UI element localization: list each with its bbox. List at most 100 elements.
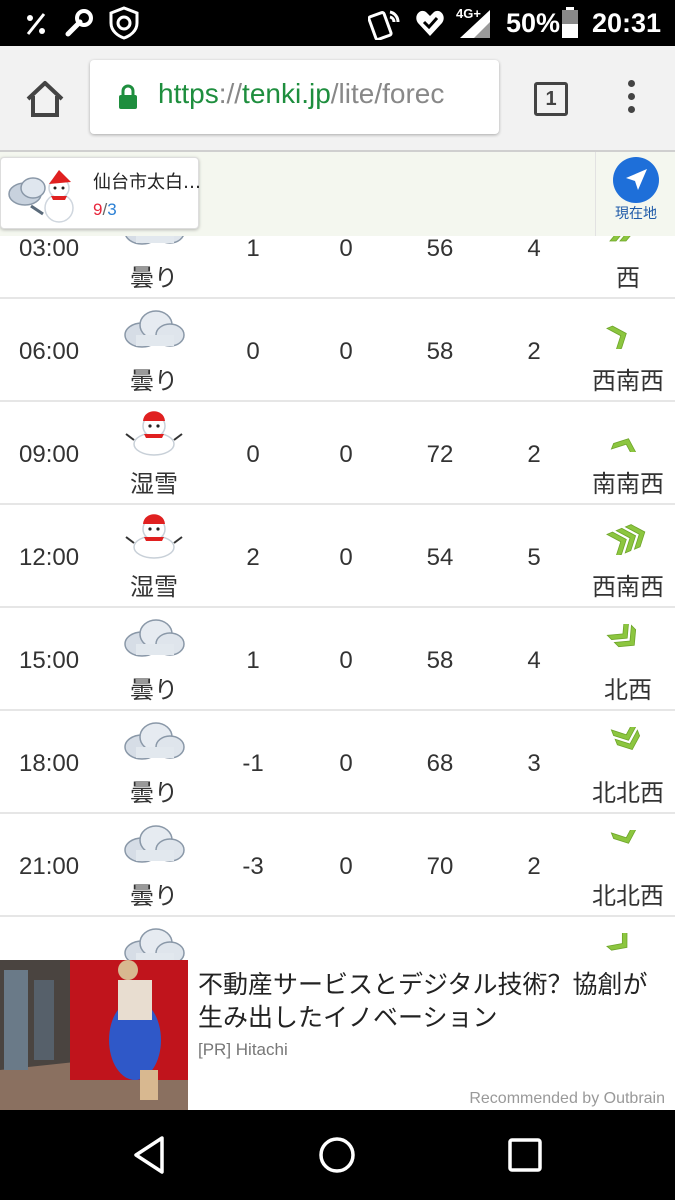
row-weather: 曇り bbox=[130, 779, 178, 807]
row-humidity: 68 bbox=[426, 750, 454, 777]
snowman-icon bbox=[122, 404, 186, 456]
wrench-icon bbox=[65, 9, 93, 37]
row-humidity: 58 bbox=[426, 647, 454, 674]
row-humidity: 72 bbox=[426, 441, 454, 468]
row-wind-direction: 北西 bbox=[604, 676, 652, 704]
wind-arrow-icon bbox=[600, 720, 660, 761]
cloud-icon bbox=[122, 610, 186, 662]
row-wind-speed: 3 bbox=[527, 750, 541, 777]
battery-percent: 50% bbox=[506, 8, 561, 38]
cloud-snowman-icon bbox=[8, 170, 74, 223]
ad-recommended-by[interactable]: Recommended by Outbrain bbox=[469, 1090, 665, 1108]
forecast-row: 18:00 曇り -1 0 68 3 北北西 bbox=[0, 711, 675, 814]
row-weather: 湿雪 bbox=[130, 573, 178, 601]
row-temperature: -3 bbox=[242, 853, 264, 880]
row-temperature: 2 bbox=[246, 544, 260, 571]
forecast-row: 12:00 湿雪 2 0 54 5 西南西 bbox=[0, 505, 675, 608]
forecast-row: 21:00 曇り -3 0 70 2 北北西 bbox=[0, 814, 675, 917]
navigation-arrow-icon bbox=[613, 157, 659, 203]
row-temperature: 1 bbox=[246, 647, 260, 674]
recents-icon[interactable] bbox=[502, 1132, 548, 1178]
url-separator: :// bbox=[218, 78, 243, 109]
overflow-menu-icon[interactable] bbox=[622, 80, 640, 120]
wind-arrow-icon bbox=[600, 617, 660, 658]
url-text: https://tenki.jp/lite/forec bbox=[158, 78, 444, 110]
row-wind-direction: 西南西 bbox=[592, 573, 664, 601]
forecast-row: 06:00 曇り 0 0 58 2 西南西 bbox=[0, 299, 675, 402]
back-icon[interactable] bbox=[128, 1132, 174, 1178]
row-weather: 曇り bbox=[130, 367, 178, 395]
navigation-bar bbox=[0, 1110, 675, 1200]
row-time: 15:00 bbox=[19, 647, 80, 674]
row-wind-speed: 2 bbox=[527, 338, 541, 365]
row-temperature: 0 bbox=[246, 441, 260, 468]
row-weather: 曇り bbox=[130, 264, 178, 292]
status-bar: 4G+ 50% 20:31 bbox=[0, 0, 675, 46]
row-time: 12:00 bbox=[19, 544, 80, 571]
row-time: 06:00 bbox=[19, 338, 80, 365]
tab-switcher-button[interactable]: 1 bbox=[534, 82, 568, 116]
row-time: 18:00 bbox=[19, 750, 80, 777]
url-host: tenki.jp bbox=[242, 78, 331, 109]
home-icon[interactable] bbox=[24, 78, 66, 120]
lock-icon bbox=[119, 84, 137, 109]
signal-icon bbox=[460, 10, 490, 38]
battery-icon bbox=[562, 7, 578, 38]
forecast-row: 15:00 曇り 1 0 58 4 北西 bbox=[0, 608, 675, 711]
location-name: 仙台市太白… bbox=[93, 172, 201, 193]
ad-banner[interactable]: 不動産サービスとデジタル技術？協創が生み出したイノベーション [PR] Hita… bbox=[0, 960, 675, 1110]
location-header: 仙台市太白… 9/3 現在地 bbox=[0, 152, 675, 236]
current-location-label: 現在地 bbox=[615, 206, 657, 222]
row-weather: 曇り bbox=[130, 882, 178, 910]
location-temperature: 9/3 bbox=[93, 200, 117, 220]
data-saver-icon bbox=[26, 13, 46, 35]
row-weather: 曇り bbox=[130, 676, 178, 704]
cloud-icon bbox=[122, 816, 186, 868]
row-humidity: 56 bbox=[426, 235, 454, 262]
row-time: 09:00 bbox=[19, 441, 80, 468]
ad-source: [PR] Hitachi bbox=[198, 1040, 288, 1059]
row-temperature: 0 bbox=[246, 338, 260, 365]
row-wind-speed: 2 bbox=[527, 853, 541, 880]
temp-min: 3 bbox=[107, 200, 117, 219]
wind-arrow-icon bbox=[600, 418, 660, 459]
forecast-row: 09:00 湿雪 0 0 72 2 南南西 bbox=[0, 402, 675, 505]
row-wind-direction: 北北西 bbox=[592, 779, 664, 807]
row-temperature: -1 bbox=[242, 750, 264, 777]
row-wind-speed: 2 bbox=[527, 441, 541, 468]
address-bar[interactable]: https://tenki.jp/lite/forec bbox=[90, 60, 499, 134]
ad-title[interactable]: 不動産サービスとデジタル技術？協創が生み出したイノベーション bbox=[198, 968, 670, 1034]
browser-toolbar: https://tenki.jp/lite/forec 1 bbox=[0, 46, 675, 152]
location-card[interactable]: 仙台市太白… 9/3 bbox=[0, 157, 201, 229]
url-path: /lite/forec bbox=[330, 78, 445, 109]
clock: 20:31 bbox=[592, 8, 662, 38]
row-wind-direction: 南南西 bbox=[592, 470, 664, 498]
screen: 4G+ 50% 20:31 https://tenki.jp/lite/fore… bbox=[0, 0, 675, 1200]
row-precipitation: 0 bbox=[339, 750, 353, 777]
ad-image[interactable] bbox=[0, 960, 188, 1110]
row-wind-speed: 4 bbox=[527, 235, 541, 262]
current-location-button[interactable]: 現在地 bbox=[595, 152, 675, 236]
row-wind-direction: 西 bbox=[616, 264, 640, 292]
cloud-icon bbox=[122, 301, 186, 353]
row-humidity: 70 bbox=[426, 853, 454, 880]
row-wind-speed: 4 bbox=[527, 647, 541, 674]
row-precipitation: 0 bbox=[339, 544, 353, 571]
row-precipitation: 0 bbox=[339, 235, 353, 262]
row-precipitation: 0 bbox=[339, 853, 353, 880]
row-wind-speed: 5 bbox=[527, 544, 541, 571]
home-circle-icon[interactable] bbox=[314, 1132, 360, 1178]
row-weather: 湿雪 bbox=[130, 470, 178, 498]
row-wind-direction: 北北西 bbox=[592, 882, 664, 910]
shield-icon bbox=[109, 6, 139, 40]
forecast-table: 03:00 曇り 1 0 56 4 西 06:00 曇り 0 0 58 2 西南西 09:00 湿雪 0 0 72 2… bbox=[0, 196, 675, 1020]
wind-arrow-icon bbox=[600, 315, 660, 352]
row-temperature: 1 bbox=[246, 235, 260, 262]
row-precipitation: 0 bbox=[339, 647, 353, 674]
wind-arrow-icon bbox=[600, 823, 660, 864]
snowman-icon bbox=[122, 507, 186, 559]
url-scheme: https bbox=[158, 78, 219, 109]
row-time: 21:00 bbox=[19, 853, 80, 880]
row-time: 03:00 bbox=[19, 235, 80, 262]
nfc-phone-icon bbox=[368, 10, 400, 40]
